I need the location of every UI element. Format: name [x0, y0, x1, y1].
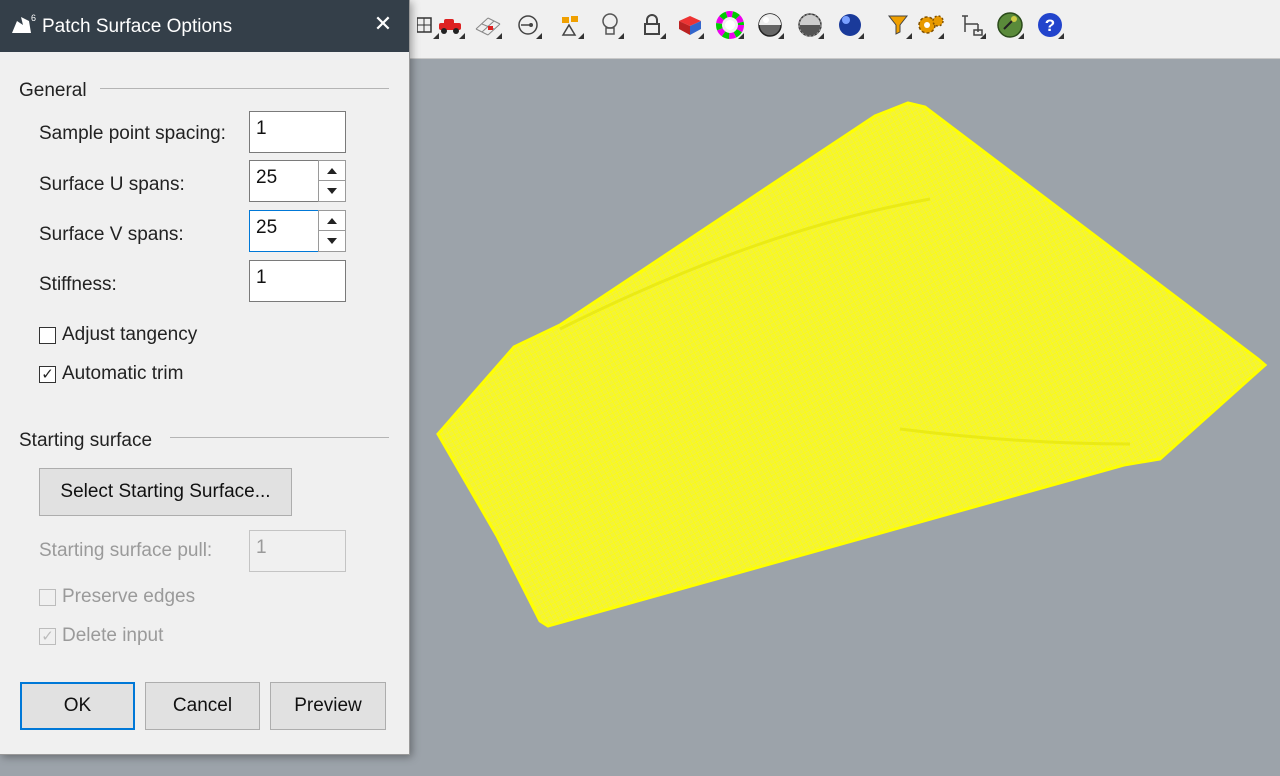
shaded-box-icon[interactable]: [676, 10, 704, 40]
surface-v-spans-label: Surface V spans:: [39, 224, 184, 245]
starting-surface-heading: Starting surface: [19, 430, 165, 452]
checkmark-icon[interactable]: ✓: [39, 365, 56, 383]
surface-u-spans-stepper[interactable]: [318, 160, 346, 202]
stepper-up-icon[interactable]: [319, 211, 345, 230]
surface-v-spans-field[interactable]: 25: [249, 210, 319, 252]
dialog-title-bar[interactable]: 6 Patch Surface Options ✕: [0, 0, 409, 52]
stiffness-field[interactable]: 1: [249, 260, 346, 302]
layout-icon[interactable]: [958, 10, 986, 40]
adjust-tangency-checkbox[interactable]: Adjust tangency: [39, 324, 197, 346]
ok-button[interactable]: OK: [20, 682, 135, 730]
stepper-down-icon[interactable]: [319, 230, 345, 250]
point-icon[interactable]: [514, 10, 542, 40]
sample-point-spacing-field[interactable]: 1: [249, 111, 346, 153]
general-heading: General: [19, 80, 99, 102]
color-wheel-icon[interactable]: [716, 10, 744, 40]
starting-surface-pull-field[interactable]: 1: [249, 530, 346, 572]
svg-text:?: ?: [1045, 16, 1055, 35]
preserve-edges-checkbox[interactable]: Preserve edges: [39, 586, 195, 608]
shaded-sphere-icon[interactable]: [756, 10, 784, 40]
stiffness-label: Stiffness:: [39, 274, 117, 295]
preview-button[interactable]: Preview: [270, 682, 386, 730]
cancel-button[interactable]: Cancel: [145, 682, 260, 730]
surface-u-spans-label: Surface U spans:: [39, 174, 185, 195]
rendered-sphere-icon[interactable]: [836, 10, 864, 40]
stepper-up-icon[interactable]: [319, 161, 345, 180]
starting-surface-divider: [170, 437, 389, 438]
checkmark-icon[interactable]: ✓: [39, 627, 56, 645]
named-position-icon[interactable]: [556, 10, 584, 40]
checkbox-box[interactable]: [39, 326, 56, 344]
ghosted-sphere-icon[interactable]: [796, 10, 824, 40]
grid-icon[interactable]: [474, 10, 502, 40]
patch-surface-options-dialog: 6 Patch Surface Options ✕ General Sample…: [0, 0, 410, 755]
automatic-trim-label: Automatic trim: [62, 363, 184, 384]
sample-point-spacing-label: Sample point spacing:: [39, 123, 226, 144]
gear-icon[interactable]: [916, 10, 944, 40]
car-icon[interactable]: [437, 10, 465, 40]
surface-u-spans-field[interactable]: 25: [249, 160, 319, 202]
light-bulb-icon[interactable]: [596, 10, 624, 40]
surface-v-spans-stepper[interactable]: [318, 210, 346, 252]
funnel-icon[interactable]: [884, 10, 912, 40]
globe-icon[interactable]: [996, 10, 1024, 40]
adjust-tangency-label: Adjust tangency: [62, 324, 198, 345]
delete-input-label: Delete input: [62, 625, 164, 646]
svg-text:6: 6: [31, 13, 36, 23]
starting-surface-pull-label: Starting surface pull:: [39, 540, 213, 561]
automatic-trim-checkbox[interactable]: ✓ Automatic trim: [39, 363, 183, 385]
general-divider: [100, 88, 389, 89]
checkbox-box[interactable]: [39, 588, 56, 606]
help-icon[interactable]: ?: [1036, 10, 1064, 40]
dialog-title: Patch Surface Options: [42, 16, 233, 37]
rhino-app-icon: 6: [12, 13, 36, 33]
viewport-layout-icon[interactable]: [411, 10, 439, 40]
preserve-edges-label: Preserve edges: [62, 586, 196, 607]
delete-input-checkbox[interactable]: ✓ Delete input: [39, 625, 163, 647]
close-icon[interactable]: ✕: [371, 12, 395, 36]
select-starting-surface-button[interactable]: Select Starting Surface...: [39, 468, 292, 516]
lock-icon[interactable]: [638, 10, 666, 40]
stepper-down-icon[interactable]: [319, 180, 345, 200]
